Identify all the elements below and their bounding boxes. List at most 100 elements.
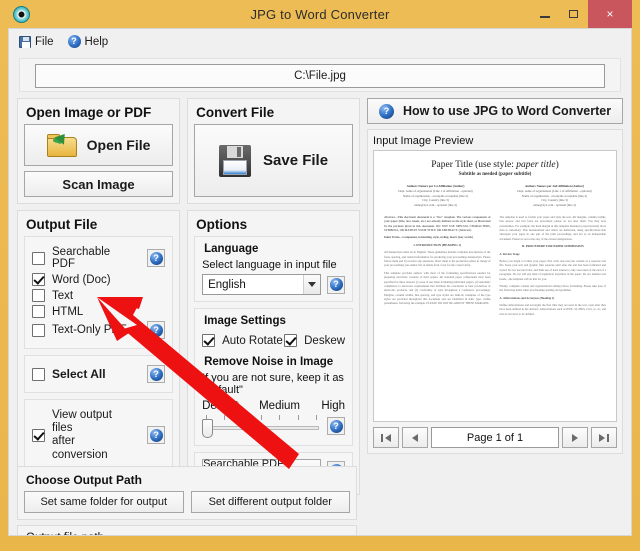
checkbox-deskew[interactable] [284,334,298,347]
convert-file-group: Convert File Save File [187,98,361,204]
format-row-html[interactable]: HTML [32,305,165,318]
doc-right-para2: Before you begin to format your paper, f… [499,259,606,281]
noise-slider-track[interactable] [204,426,320,430]
first-page-button[interactable] [373,427,400,448]
menu-item-file[interactable]: File [19,35,54,48]
save-icon [19,35,31,48]
left-column: Open Image or PDF Open File Scan Image O… [17,98,181,501]
select-all-row[interactable]: Select All ? [32,365,166,383]
output-path-area: Choose Output Path Set same folder for o… [17,466,357,535]
noise-slider[interactable] [202,413,321,439]
chevron-down-icon[interactable] [303,275,321,294]
output-path-buttons: Set same folder for output Set different… [24,491,350,513]
menu-help-label: Help [84,35,109,48]
help-button-text-only-pdf[interactable]: ? [147,321,166,339]
checkbox-html[interactable] [32,305,45,318]
auto-rotate-row[interactable]: Auto Rotate [202,334,284,347]
format-label-searchable-pdf: Searchable PDF [52,246,111,270]
set-different-folder-button[interactable]: Set different output folder [190,491,350,513]
help-circle-icon: ? [149,251,163,265]
document-title-plain: Paper Title (use style: [431,160,517,170]
document-column-left: Abstract—This electronic document is a "… [384,215,490,319]
open-image-group: Open Image or PDF Open File Scan Image [17,98,181,204]
last-page-button[interactable] [591,427,617,448]
open-file-label: Open File [86,137,151,153]
language-select[interactable]: English [202,274,322,295]
author-block-right: Authors Name/s per 2nd Affiliation (Auth… [503,184,606,208]
open-image-group-title: Open Image or PDF [26,105,152,120]
checkbox-view-output-files[interactable] [32,428,45,442]
help-button-select-all[interactable]: ? [147,365,166,383]
preview-pager: Page 1 of 1 [373,427,617,448]
view-output-label-line1: View output files [52,409,112,435]
right-column: ? How to use JPG to Word Converter Input… [367,98,623,501]
select-all-panel: Select All ? [24,355,174,393]
checkbox-word-doc[interactable] [32,273,45,286]
choose-output-path-title: Choose Output Path [26,473,142,487]
view-output-label-line2: after conversion [52,435,108,461]
author-right-line5: name@xyz.com - optional (line 4) [533,203,576,208]
document-preview[interactable]: Paper Title (use style: paper title) Sub… [373,150,617,422]
open-file-button[interactable]: Open File [24,124,174,166]
options-group: Options Language Select language in inpu… [187,210,361,495]
minimize-button[interactable] [530,0,559,28]
image-settings-title: Image Settings [204,315,286,327]
doc-left-heading1: I. INTRODUCTION (HEADING 1) [413,242,461,247]
auto-rotate-label: Auto Rotate [222,334,283,347]
format-row-searchable-pdf[interactable]: Searchable PDF ? [32,246,166,270]
floppy-disk-icon [219,144,252,177]
checkbox-auto-rotate[interactable] [202,334,216,347]
language-selected-value: English [208,278,246,291]
document-title: Paper Title (use style: paper title) [384,160,606,170]
document-authors: Authors Name/s per 1st Affiliation (Auth… [384,184,606,208]
format-label-text-only-pdf: Text-Only PDF [52,324,127,336]
language-panel: Language Select language in input file E… [194,236,354,302]
deskew-row[interactable]: Deskew [284,334,345,347]
help-button-searchable-pdf[interactable]: ? [147,249,166,267]
previous-page-button[interactable] [402,427,429,448]
document-title-italic: paper title [516,160,556,170]
format-row-text[interactable]: Text [32,289,165,302]
set-same-folder-button[interactable]: Set same folder for output [24,491,184,513]
minimize-icon [539,16,550,18]
help-button-remove-noise[interactable]: ? [327,417,346,435]
format-row-word-doc[interactable]: Word (Doc) [32,273,165,286]
doc-left-para1: All manuscripts must be in English. Thes… [384,250,491,268]
checkbox-searchable-pdf[interactable] [32,251,45,265]
input-image-preview-title: Input Image Preview [373,135,474,147]
noise-label-high: High [321,400,346,412]
help-button-language[interactable]: ? [327,275,346,294]
scan-image-button[interactable]: Scan Image [24,171,174,197]
doc-right-para1: The template is used to format your pape… [499,214,606,241]
close-button[interactable]: × [588,0,632,28]
help-button-view-output[interactable]: ? [147,426,166,445]
input-file-path-panel: C:\File.jpg [19,58,621,92]
app-window: JPG to Word Converter × File ? Help C:\F… [0,0,640,551]
noise-slider-ticks [206,415,317,420]
input-file-path-field[interactable]: C:\File.jpg [35,64,605,88]
output-file-path-group: Output file path C:\ [17,525,357,535]
image-settings-panel: Image Settings Auto Rotate Deskew Remove… [194,308,354,446]
format-row-text-only-pdf[interactable]: Text-Only PDF ? [32,321,166,339]
format-label-html: HTML [52,305,84,318]
page-indicator: Page 1 of 1 [431,427,559,448]
checkbox-select-all[interactable] [32,367,45,381]
how-to-use-button[interactable]: ? How to use JPG to Word Converter [367,98,623,124]
noise-slider-thumb[interactable] [202,419,214,438]
convert-file-group-title: Convert File [196,105,275,120]
save-file-button[interactable]: Save File [194,124,354,197]
doc-left-para2: This template provides authors with most… [384,270,491,306]
maximize-button[interactable] [559,0,588,28]
view-output-row[interactable]: View output files after conversion ? [32,409,166,462]
noise-label-default: Default [202,400,239,412]
input-image-preview-group: Input Image Preview Paper Title (use sty… [367,129,623,454]
next-page-button[interactable] [562,427,588,448]
checkbox-text-only-pdf[interactable] [32,323,45,337]
checkbox-text[interactable] [32,289,45,302]
doc-right-subheading-b: A. Abbreviations and Acronyms (Heading 2… [499,295,555,300]
noise-slider-labels: Default Medium High [202,400,345,412]
title-bar: JPG to Word Converter × [8,0,632,28]
author-left-line5: name@xyz.com - optional (line 4) [414,203,457,208]
middle-column: Convert File Save File Options Language … [187,98,361,501]
menu-item-help[interactable]: ? Help [67,35,109,48]
